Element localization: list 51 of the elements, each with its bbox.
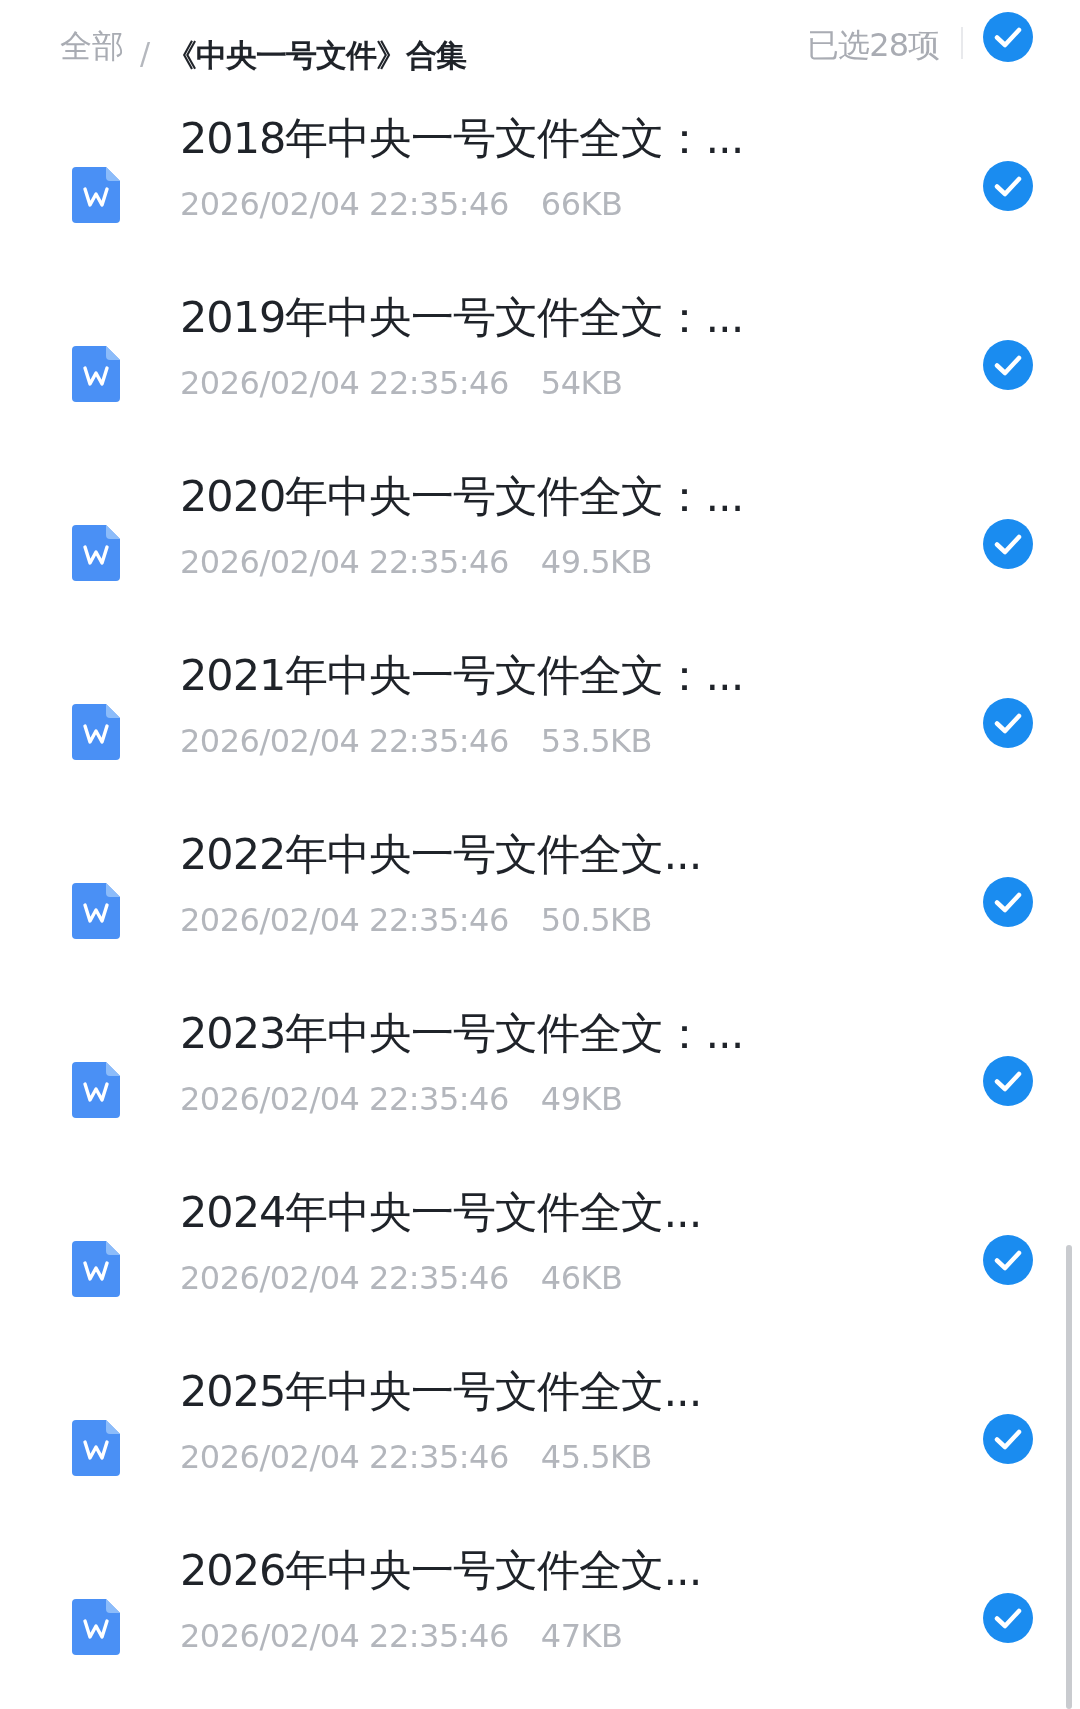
file-size: 46KB [540, 1257, 623, 1299]
file-date: 2026/02/04 22:35:46 [180, 1615, 509, 1657]
file-size: 66KB [540, 183, 623, 225]
file-size: 49.5KB [540, 541, 652, 583]
file-name: 2019年中央一号文件全文：... [180, 290, 745, 344]
file-date: 2026/02/04 22:35:46 [180, 183, 509, 225]
file-date: 2026/02/04 22:35:46 [180, 1257, 509, 1299]
file-size: 45.5KB [540, 1436, 652, 1478]
word-document-icon [72, 166, 120, 223]
file-name: 2024年中央一号文件全文... [180, 1185, 703, 1239]
word-document-icon [72, 703, 120, 760]
file-name: 2020年中央一号文件全文：... [180, 469, 745, 523]
file-date: 2026/02/04 22:35:46 [180, 362, 509, 404]
folder-title: 《中央一号文件》合集 [166, 36, 467, 75]
file-checkbox[interactable] [983, 339, 1033, 390]
file-checkbox[interactable] [983, 518, 1033, 569]
file-date: 2026/02/04 22:35:46 [180, 1436, 509, 1478]
word-document-icon [72, 1061, 120, 1118]
file-size: 53.5KB [540, 720, 652, 762]
file-date: 2026/02/04 22:35:46 [180, 541, 509, 583]
selection-count: 已选28项 [807, 25, 939, 65]
select-all-checkbox[interactable] [983, 12, 1033, 62]
file-checkbox[interactable] [983, 1234, 1033, 1285]
file-checkbox[interactable] [983, 1055, 1033, 1106]
file-checkbox[interactable] [983, 160, 1033, 211]
file-size: 54KB [540, 362, 623, 404]
word-document-icon [72, 1240, 120, 1297]
file-date: 2026/02/04 22:35:46 [180, 720, 509, 762]
file-name: 2023年中央一号文件全文：... [180, 1006, 745, 1060]
word-document-icon [72, 524, 120, 581]
file-name: 2018年中央一号文件全文：... [180, 111, 745, 165]
file-checkbox[interactable] [983, 876, 1033, 927]
word-document-icon [72, 882, 120, 939]
file-name: 2022年中央一号文件全文... [180, 827, 703, 881]
file-size: 47KB [540, 1615, 623, 1657]
breadcrumb-link[interactable]: 全部 [60, 26, 124, 66]
file-size: 49KB [540, 1078, 623, 1120]
file-checkbox[interactable] [983, 697, 1033, 748]
file-name: 2025年中央一号文件全文... [180, 1364, 703, 1418]
file-date: 2026/02/04 22:35:46 [180, 1078, 509, 1120]
word-document-icon [72, 1598, 120, 1655]
file-date: 2026/02/04 22:35:46 [180, 899, 509, 941]
file-name: 2021年中央一号文件全文：... [180, 648, 745, 702]
file-checkbox[interactable] [983, 1592, 1033, 1643]
file-size: 50.5KB [540, 899, 652, 941]
word-document-icon [72, 345, 120, 402]
scrollbar[interactable] [1066, 1245, 1072, 1709]
breadcrumb-separator: / [140, 35, 151, 73]
file-name: 2026年中央一号文件全文... [180, 1543, 703, 1597]
file-checkbox[interactable] [983, 1413, 1033, 1464]
word-document-icon [72, 1419, 120, 1476]
